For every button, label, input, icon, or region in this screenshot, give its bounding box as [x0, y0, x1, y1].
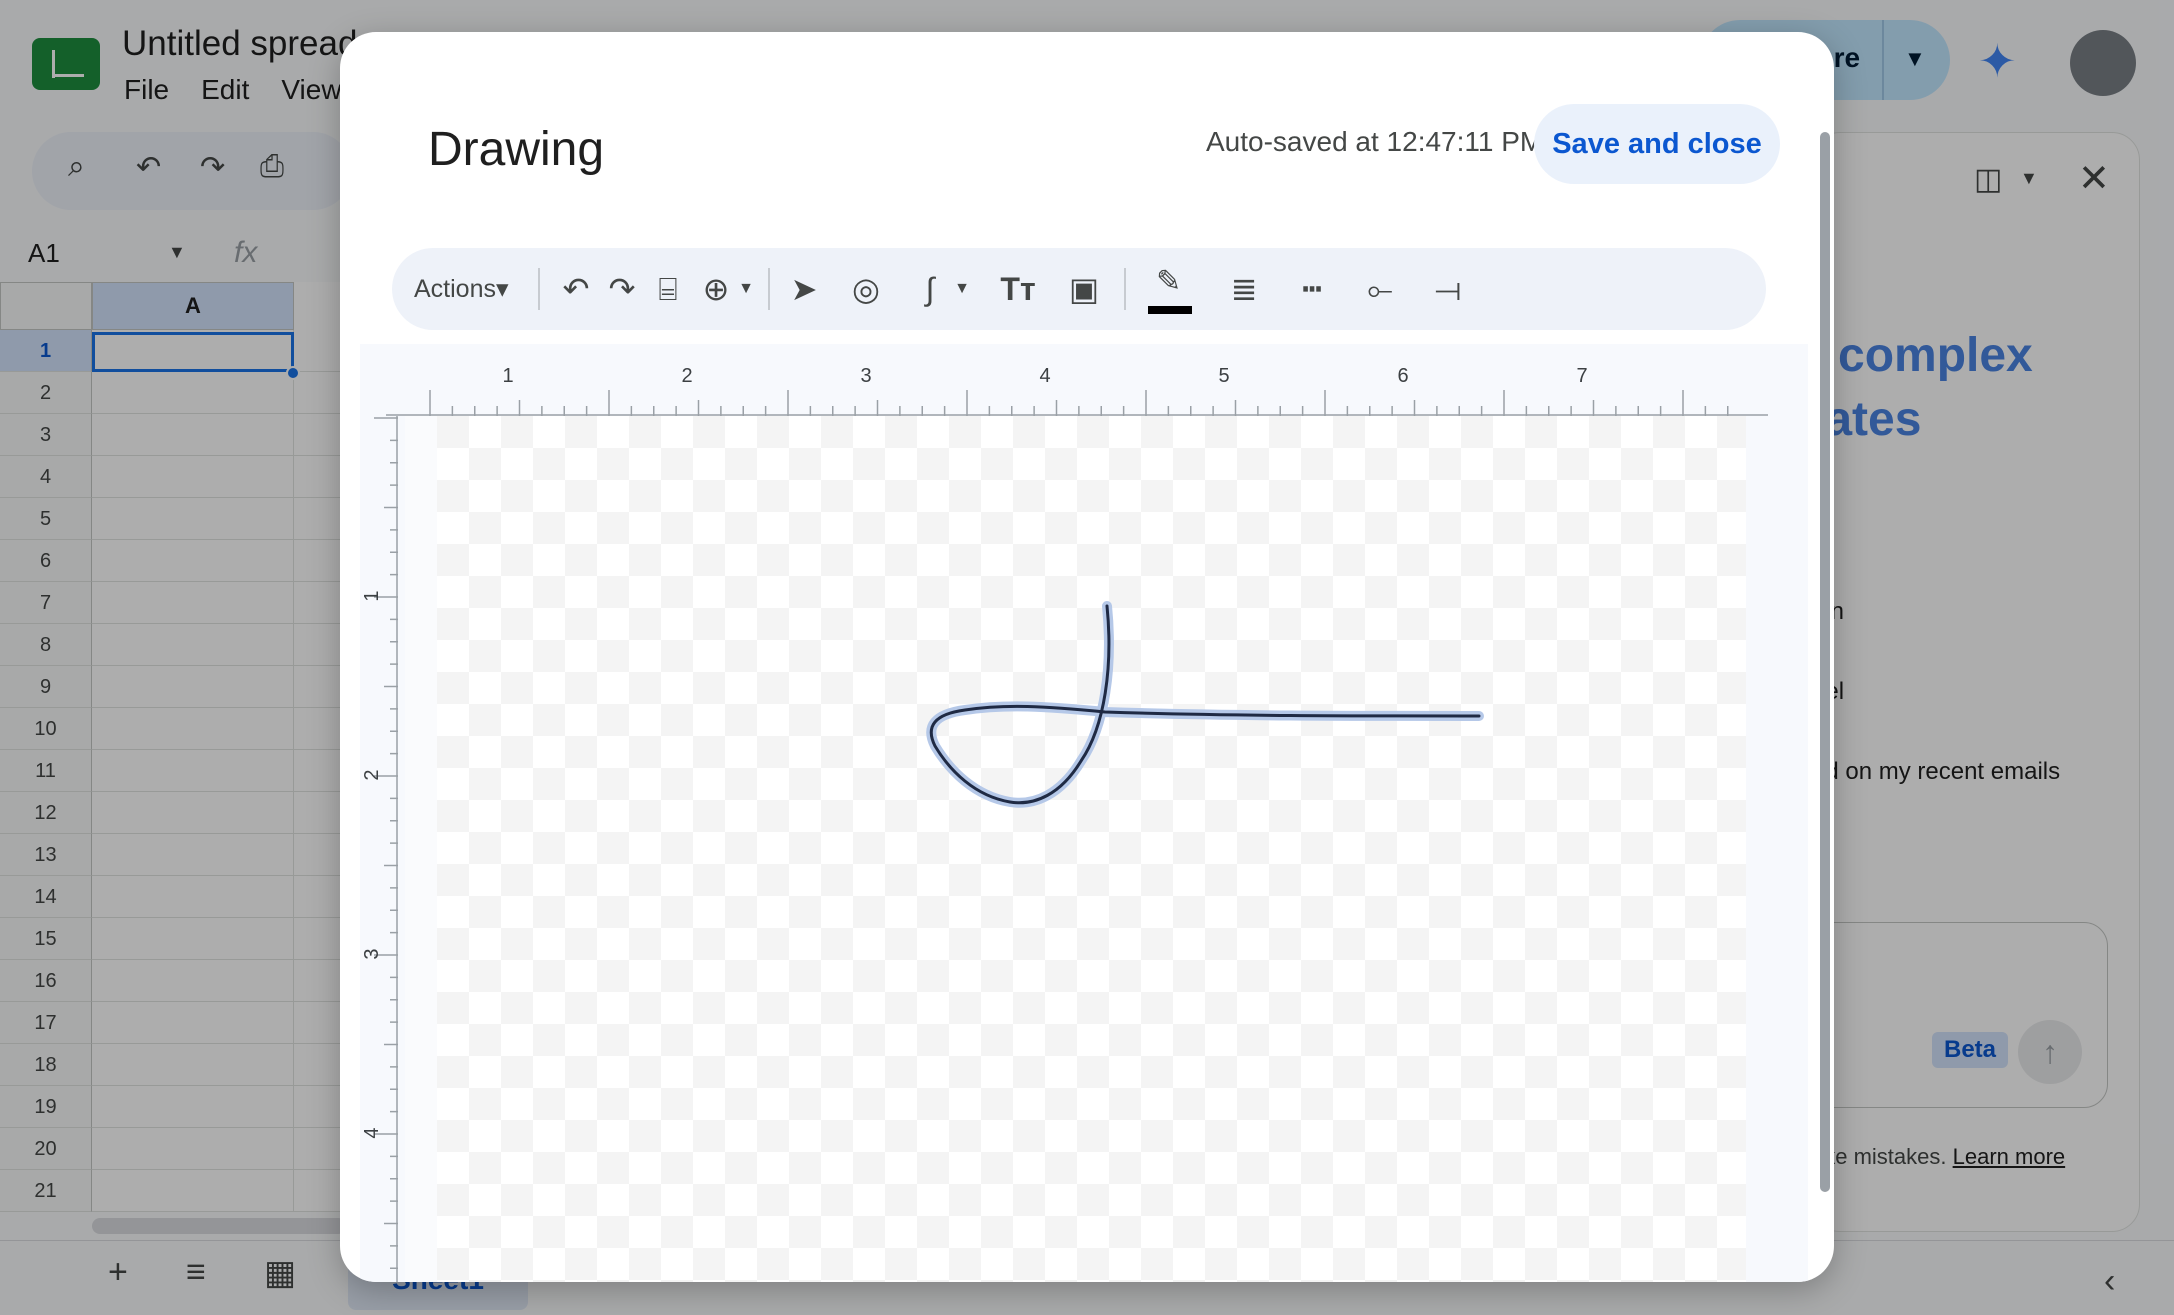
ruler-label: 4 [361, 1127, 383, 1138]
ruler-label: 5 [1218, 365, 1229, 387]
line-type-dropdown-icon[interactable]: ▼ [952, 248, 972, 330]
paint-format-icon[interactable]: ⌸ [648, 248, 688, 330]
line-dash-icon[interactable]: ┅ [1292, 248, 1332, 330]
zoom-dropdown-icon[interactable]: ▼ [736, 248, 756, 330]
drawing-canvas[interactable] [405, 416, 1746, 1282]
drawing-toolbar: Actions▾ ↶ ↷ ⌸ ⊕ ▼ ➤ ◎ ∫ ▼ Tт ▣ ✎ ≣ ┅ ⟜ … [392, 248, 1766, 330]
dialog-scrollbar[interactable] [1820, 132, 1830, 1192]
pen-color-icon[interactable]: ✎ [1148, 265, 1192, 314]
ruler-label: 1 [502, 365, 513, 387]
save-and-close-button[interactable]: Save and close [1534, 104, 1780, 184]
drawing-dialog: Drawing Auto-saved at 12:47:11 PM Save a… [340, 32, 1834, 1282]
actions-dropdown-icon: ▾ [495, 275, 509, 303]
line-end-icon[interactable]: ⟞ [1428, 248, 1468, 330]
redo-icon[interactable]: ↷ [602, 248, 642, 330]
ruler-label: 4 [1039, 365, 1050, 387]
ruler-label: 2 [681, 365, 692, 387]
ruler-label: 1 [361, 590, 383, 601]
shape-icon[interactable]: ◎ [846, 248, 886, 330]
autosave-status: Auto-saved at 12:47:11 PM [1206, 126, 1544, 157]
line-weight-icon[interactable]: ≣ [1224, 248, 1264, 330]
actions-label: Actions [414, 275, 496, 303]
actions-menu[interactable]: Actions▾ [414, 248, 509, 330]
ruler-label: 3 [361, 948, 383, 959]
dialog-title: Drawing [428, 123, 605, 176]
line-start-icon[interactable]: ⟜ [1360, 248, 1400, 330]
vertical-ruler[interactable]: 1 2 3 4 [360, 416, 398, 1282]
scribble-stroke[interactable] [405, 416, 1746, 1282]
zoom-icon[interactable]: ⊕ [696, 248, 736, 330]
drawing-area: 1 2 3 4 5 6 7 1 2 3 4 [360, 344, 1808, 1282]
ruler-label: 7 [1576, 365, 1587, 387]
ruler-label: 3 [860, 365, 871, 387]
text-icon[interactable]: Tт [998, 248, 1038, 330]
select-icon[interactable]: ➤ [784, 248, 824, 330]
scribble-icon[interactable]: ∫ [910, 248, 950, 330]
undo-icon[interactable]: ↶ [556, 248, 596, 330]
ruler-label: 6 [1397, 365, 1408, 387]
ruler-label: 2 [361, 769, 383, 780]
horizontal-ruler[interactable]: 1 2 3 4 5 6 7 [386, 344, 1768, 416]
image-icon[interactable]: ▣ [1064, 248, 1104, 330]
